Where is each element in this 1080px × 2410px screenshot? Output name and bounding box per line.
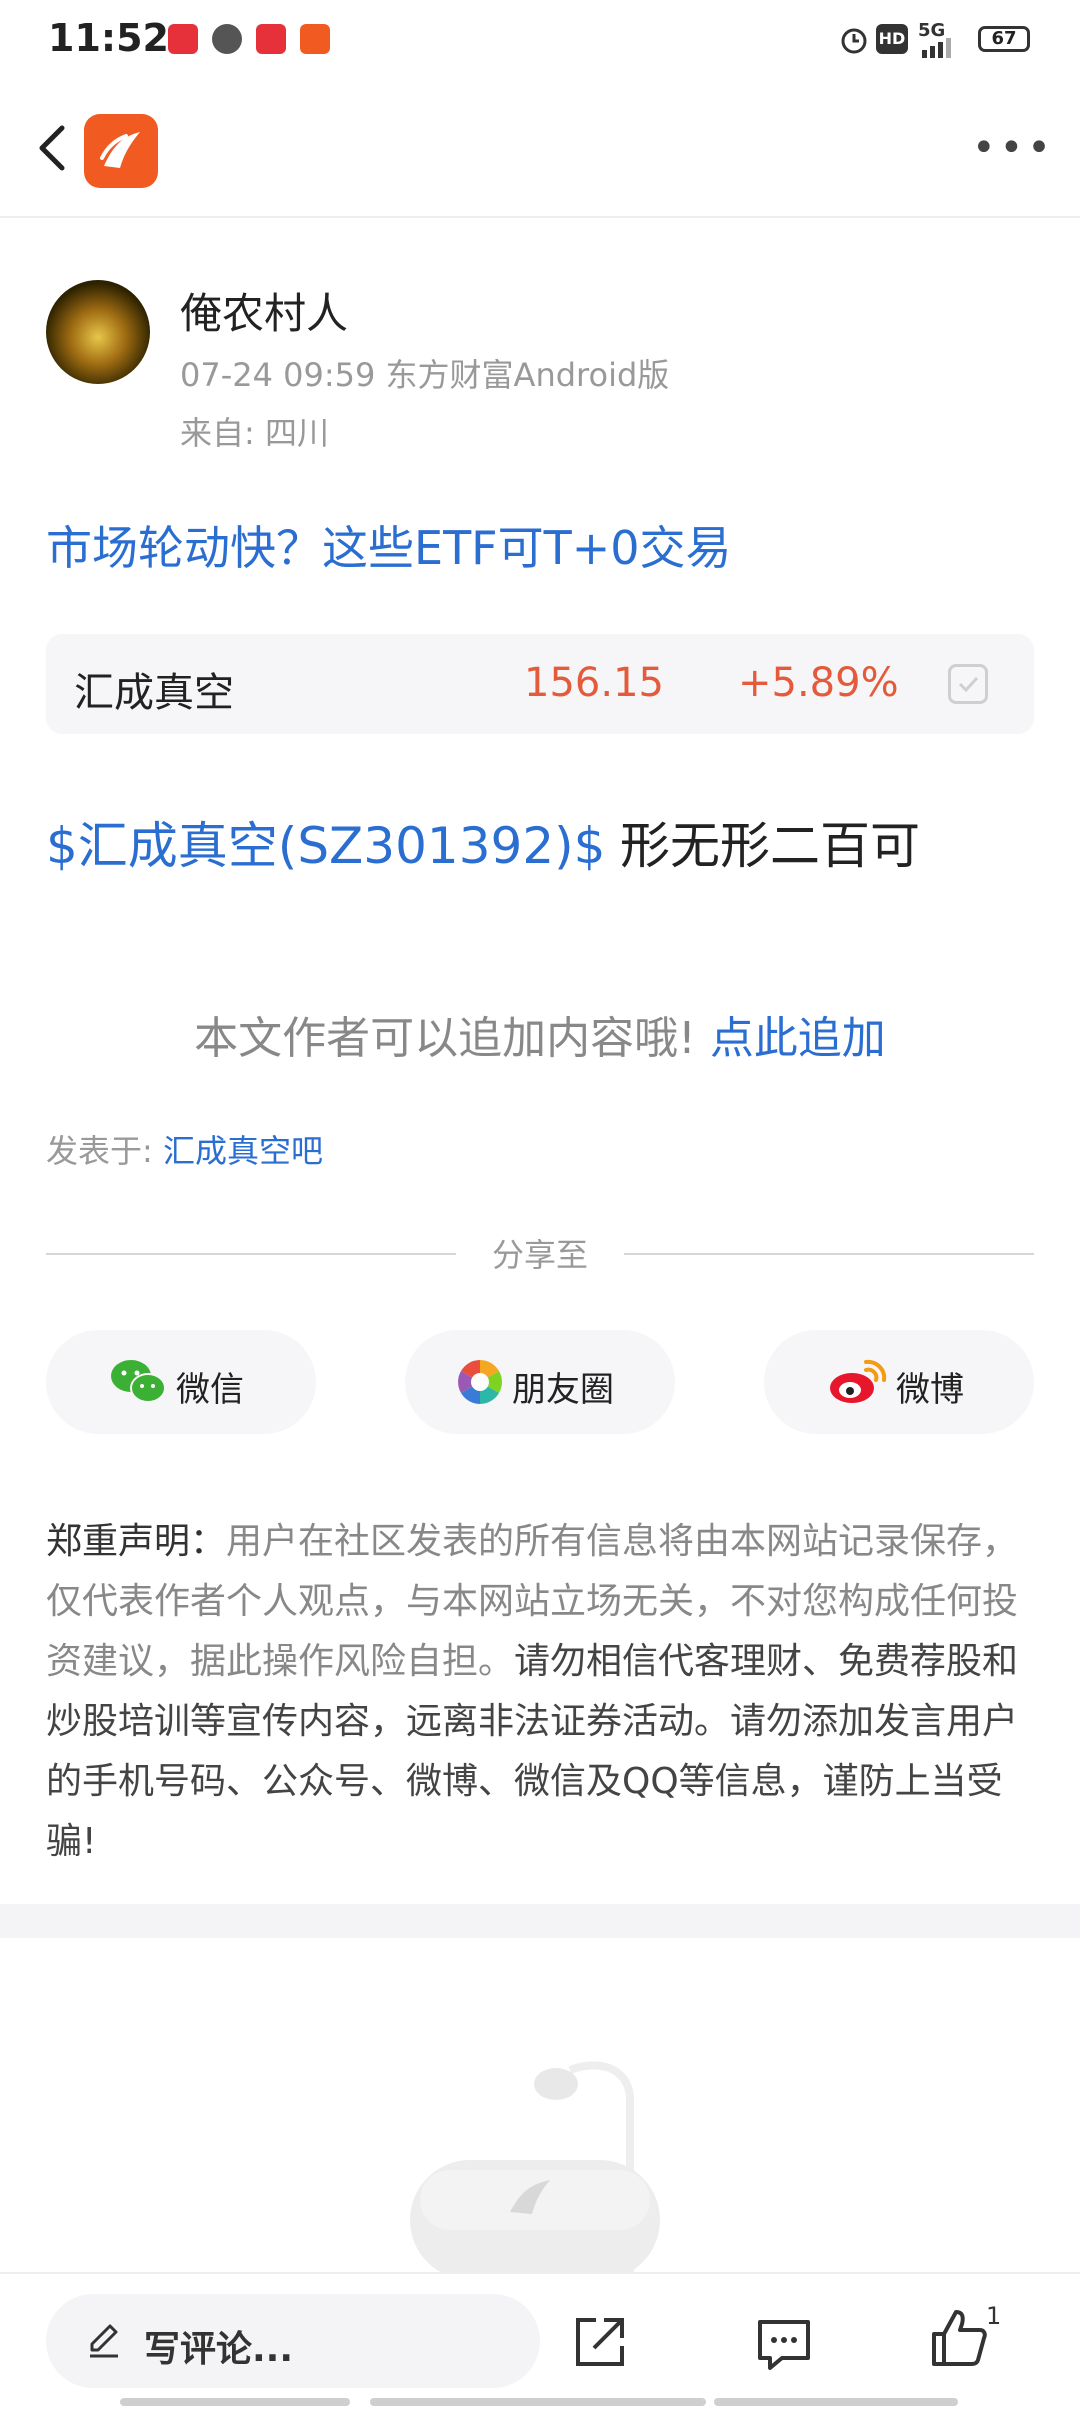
- alarm-icon: [841, 28, 867, 54]
- notification-app-icon: [300, 24, 330, 54]
- stock-tag-link[interactable]: $汇成真空(SZ301392)$: [46, 806, 606, 878]
- post-meta: 07-24 09:59 东方财富Android版: [180, 356, 670, 394]
- comment-placeholder[interactable]: 写评论...: [144, 2320, 293, 2372]
- like-count: 1: [986, 2302, 1002, 2330]
- pencil-icon: [90, 2324, 118, 2358]
- stock-change: +5.89%: [738, 660, 899, 706]
- share-wechat-label: 微信: [176, 1370, 244, 1410]
- moments-icon: [458, 1360, 502, 1404]
- home-indicator: [370, 2398, 706, 2406]
- share-weibo-label: 微博: [896, 1370, 964, 1410]
- comment-icon[interactable]: [752, 2312, 816, 2376]
- author-name[interactable]: 俺农村人: [180, 280, 348, 341]
- status-time: 11:52: [48, 16, 169, 60]
- home-indicator: [714, 2398, 958, 2406]
- append-link[interactable]: 点此追加: [710, 1013, 886, 1064]
- append-prompt: 本文作者可以追加内容哦! 点此追加: [0, 1002, 1080, 1066]
- signal-icon: [922, 38, 951, 58]
- avatar[interactable]: [46, 280, 150, 384]
- posted-in: 发表于: 汇成真空吧: [46, 1126, 323, 1172]
- header-divider: [0, 216, 1080, 218]
- check-icon: [958, 676, 979, 693]
- stock-name: 汇成真空: [74, 670, 234, 716]
- empty-comments-illustration: [410, 2061, 660, 2280]
- notification-app-icon: [168, 24, 198, 54]
- disclaimer-lead: 郑重声明：: [46, 1521, 227, 1562]
- more-options-icon[interactable]: •••: [972, 128, 1055, 168]
- like-icon[interactable]: [928, 2306, 992, 2370]
- hd-badge: HD: [876, 24, 908, 54]
- logo-mark-icon: [100, 132, 140, 168]
- home-indicator: [120, 2398, 350, 2406]
- post-title[interactable]: 市场轮动快？这些ETF可T+0交易: [46, 512, 732, 578]
- stock-price: 156.15: [524, 660, 664, 706]
- notification-app-icon: [256, 24, 286, 54]
- wechat-icon: [111, 1360, 166, 1403]
- post-content: 形无形二百可: [620, 817, 920, 875]
- share-moments-label: 朋友圈: [512, 1370, 614, 1410]
- forum-link[interactable]: 汇成真空吧: [163, 1132, 323, 1170]
- back-arrow-icon[interactable]: [26, 116, 90, 180]
- section-divider: [0, 1904, 1080, 1938]
- append-prompt-text: 本文作者可以追加内容哦!: [194, 1013, 696, 1064]
- disclaimer: 郑重声明：用户在社区发表的所有信息将由本网站记录保存，仅代表作者个人观点，与本网…: [46, 1512, 1036, 1872]
- weibo-icon: [830, 1359, 887, 1403]
- share-icon[interactable]: [568, 2310, 632, 2374]
- posted-in-label: 发表于:: [46, 1132, 153, 1170]
- app-logo[interactable]: [84, 114, 158, 188]
- notification-app-icon: [212, 24, 242, 54]
- add-watchlist-checkbox[interactable]: [948, 664, 988, 704]
- post-location: 来自: 四川: [180, 414, 329, 452]
- share-label: 分享至: [491, 1236, 588, 1274]
- battery-icon: 67: [978, 26, 1030, 52]
